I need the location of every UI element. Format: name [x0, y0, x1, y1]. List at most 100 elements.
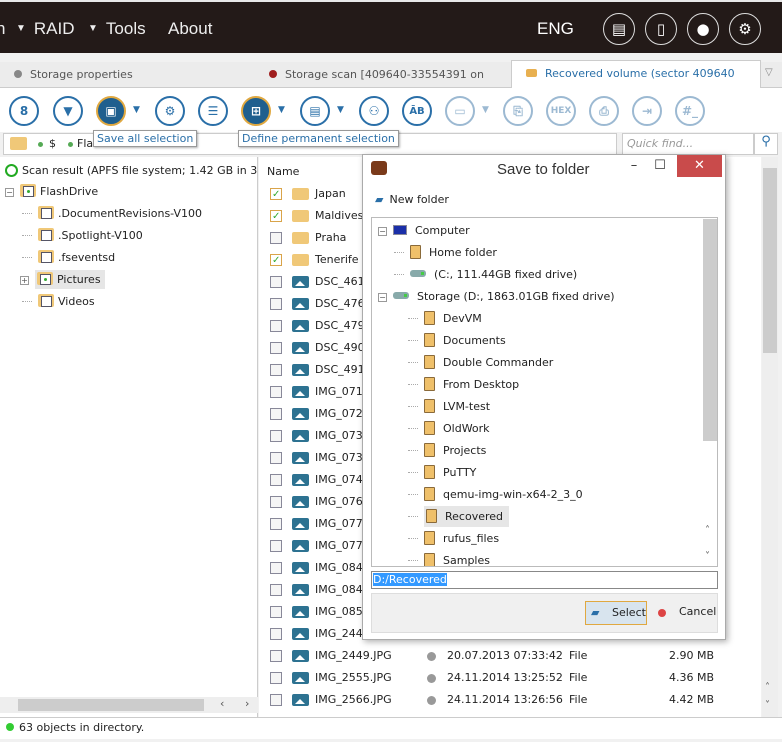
row-checkbox[interactable] — [270, 584, 282, 596]
row-checkbox[interactable] — [270, 474, 282, 486]
row-checkbox[interactable] — [270, 386, 282, 398]
menu-raid[interactable]: ▼ RAID — [16, 19, 75, 39]
row-checkbox[interactable] — [270, 206, 282, 228]
scroll-down-icon[interactable]: ˅ — [765, 700, 770, 711]
dialog-tree-item[interactable]: OldWork — [408, 418, 490, 440]
tab-storage-scan[interactable]: Storage scan [409640-33554391 on Drive..… — [255, 62, 510, 107]
goto-button[interactable]: ⇥ — [632, 96, 662, 126]
scroll-up-icon[interactable]: ˄ — [765, 682, 770, 693]
menu-tools[interactable]: ▼ Tools — [88, 19, 146, 39]
save-settings-button[interactable]: ⚙ — [155, 96, 185, 126]
dialog-tree-item[interactable]: Home folder — [394, 242, 497, 264]
scan-result-root[interactable]: Scan result (APFS file system; 1.42 GB i… — [5, 160, 257, 182]
row-checkbox[interactable] — [270, 650, 282, 662]
row-checkbox[interactable] — [270, 342, 282, 354]
dialog-tree-item[interactable]: Recovered — [408, 506, 510, 528]
scroll-right-icon[interactable]: › — [245, 697, 249, 710]
tree-item[interactable]: .fseventsd — [22, 247, 115, 269]
tree-checkbox[interactable] — [41, 208, 52, 219]
dialog-tree-item[interactable]: qemu-img-win-x64-2_3_0 — [408, 484, 583, 506]
dialog-tree-item[interactable]: (C:, 111.44GB fixed drive) — [394, 264, 577, 286]
breadcrumb-item[interactable]: $ — [49, 137, 56, 150]
tab-recovered-volume[interactable]: Recovered volume (sector 409640 on...✕ — [511, 60, 761, 106]
save-dropdown-arrow-icon[interactable]: ▼ — [133, 105, 140, 115]
horizontal-scrollbar[interactable]: ‹ › — [0, 697, 258, 713]
row-checkbox[interactable] — [270, 606, 282, 618]
find-binoculars-button[interactable]: ⚇ — [359, 96, 389, 126]
dialog-scrollbar-thumb[interactable] — [703, 219, 717, 441]
dialog-tree-item[interactable]: − Storage (D:, 1863.01GB fixed drive) — [378, 286, 615, 308]
row-checkbox[interactable] — [270, 250, 282, 272]
dialog-tree-item[interactable]: Documents — [408, 330, 506, 352]
user-icon[interactable]: ● — [687, 13, 719, 45]
menu-about[interactable]: About — [168, 19, 212, 39]
row-checkbox[interactable] — [270, 184, 282, 206]
row-checkbox[interactable] — [270, 298, 282, 310]
collapse-icon[interactable]: − — [5, 188, 14, 197]
tree-item[interactable]: .DocumentRevisions-V100 — [22, 203, 202, 225]
menu-partial[interactable]: n — [0, 19, 5, 39]
row-checkbox[interactable] — [270, 430, 282, 442]
print-button[interactable]: ⎙ — [589, 96, 619, 126]
file-row[interactable]: IMG_2566.JPG 24.11.2014 13:26:56 File 4.42 … — [259, 689, 759, 711]
export-button[interactable]: ⎘ — [503, 96, 533, 126]
select-button[interactable]: ▰ Select — [585, 601, 647, 625]
column-header-name[interactable]: Name — [267, 165, 299, 178]
language-selector[interactable]: ENG — [537, 19, 574, 39]
dialog-tree-item[interactable]: Double Commander — [408, 352, 553, 374]
row-checkbox[interactable] — [270, 694, 282, 706]
filter-button[interactable]: ▼ — [53, 96, 83, 126]
tree-item-pictures[interactable]: + Pictures — [20, 269, 105, 291]
view-dropdown-arrow-icon[interactable]: ▼ — [337, 105, 344, 115]
preview-dropdown-arrow-icon[interactable]: ▼ — [482, 105, 489, 115]
tree-item[interactable]: .Spotlight-V100 — [22, 225, 143, 247]
dialog-tree-item[interactable]: rufus_files — [408, 528, 499, 550]
row-checkbox[interactable] — [270, 232, 282, 244]
tab-list-dropdown-icon[interactable]: ▽ — [765, 67, 773, 78]
scroll-left-icon[interactable]: ‹ — [220, 697, 224, 710]
selection-dropdown-arrow-icon[interactable]: ▼ — [278, 105, 285, 115]
gear-icon[interactable]: ⚙ — [729, 13, 761, 45]
tree-item-flashdrive[interactable]: − FlashDrive — [5, 181, 98, 203]
row-checkbox[interactable] — [270, 518, 282, 530]
row-checkbox[interactable] — [270, 276, 282, 288]
dialog-tree-item[interactable]: DevVM — [408, 308, 482, 330]
scroll-down-icon[interactable]: ˅ — [705, 551, 710, 562]
row-checkbox[interactable] — [270, 628, 282, 640]
row-checkbox[interactable] — [270, 672, 282, 684]
row-checkbox[interactable] — [270, 320, 282, 332]
text-encoding-button[interactable]: ĀB — [402, 96, 432, 126]
preview-button[interactable]: ▭ — [445, 96, 475, 126]
file-row[interactable]: IMG_2449.JPG 20.07.2013 07:33:42 File 2.90 … — [259, 645, 759, 667]
new-folder-button[interactable]: ▰ New folder — [375, 193, 449, 206]
properties-button[interactable]: 8 — [9, 96, 39, 126]
row-checkbox[interactable] — [270, 496, 282, 508]
row-checkbox[interactable] — [270, 408, 282, 420]
hex-button[interactable]: HEX — [546, 96, 576, 126]
cancel-button[interactable]: Cancel — [655, 601, 716, 625]
save-all-selection-button[interactable]: ▣ — [96, 96, 126, 126]
collapse-icon[interactable]: − — [378, 293, 387, 302]
dialog-titlebar[interactable]: Save to folder – ☐ ✕ — [363, 155, 725, 185]
folder-path-input[interactable]: D:/Recovered — [371, 571, 718, 589]
hash-button[interactable]: #_ — [675, 96, 705, 126]
dialog-tree-item[interactable]: PuTTY — [408, 462, 476, 484]
close-button[interactable]: ✕ — [677, 155, 722, 177]
collapse-icon[interactable]: − — [378, 227, 387, 236]
dialog-tree-item[interactable]: From Desktop — [408, 374, 519, 396]
windows-icon[interactable]: ▤ — [603, 13, 635, 45]
dialog-tree-item[interactable]: − Computer — [378, 220, 470, 242]
expand-icon[interactable]: + — [20, 276, 29, 285]
tree-checkbox[interactable] — [23, 186, 34, 197]
tree-checkbox[interactable] — [40, 274, 51, 285]
checklist-button[interactable]: ☰ — [198, 96, 228, 126]
tree-item[interactable]: Videos — [22, 291, 95, 313]
row-checkbox[interactable] — [270, 452, 282, 464]
tree-checkbox[interactable] — [41, 252, 52, 263]
maximize-button[interactable]: ☐ — [645, 155, 675, 177]
scrollbar-thumb[interactable] — [763, 168, 777, 353]
define-permanent-selection-button[interactable]: ⊞ — [241, 96, 271, 126]
dialog-tree-item[interactable]: Samples — [408, 550, 490, 566]
scroll-up-icon[interactable]: ˄ — [705, 525, 710, 536]
dialog-tree-item[interactable]: Projects — [408, 440, 486, 462]
